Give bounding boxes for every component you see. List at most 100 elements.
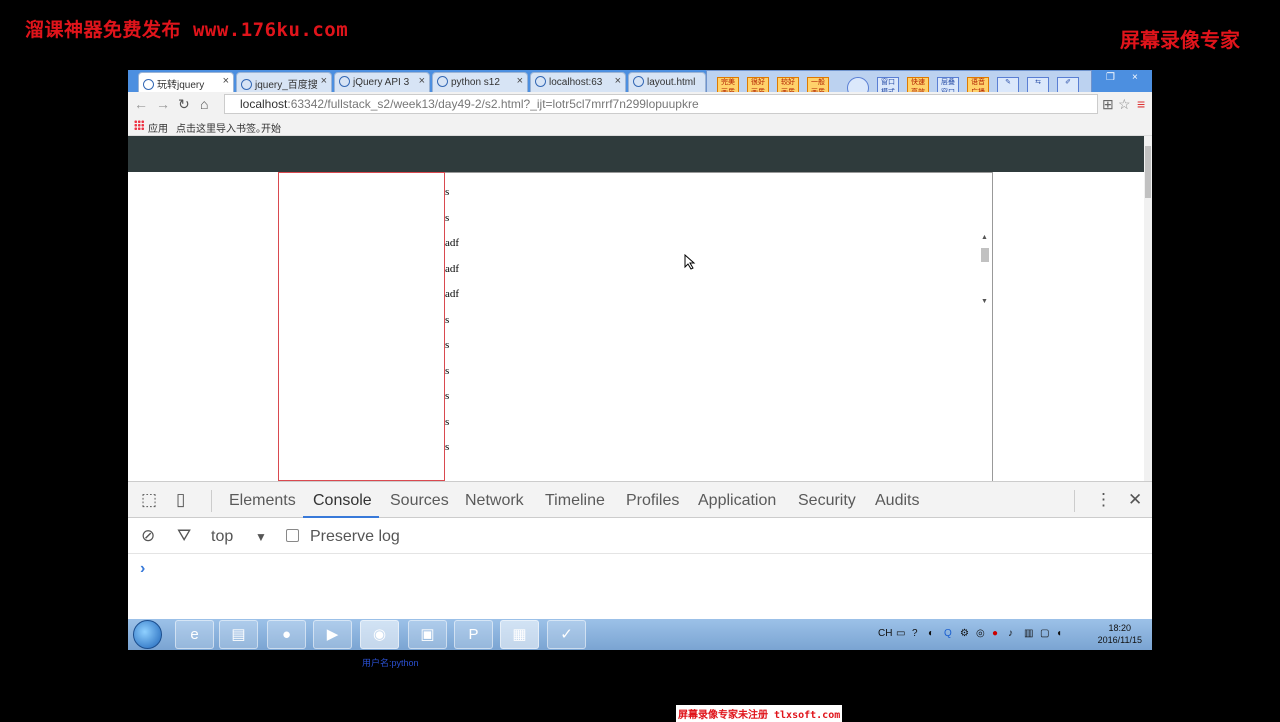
tab-application[interactable]: Application (698, 492, 776, 510)
translate-icon[interactable]: ⊞ (1102, 96, 1114, 113)
taskbar: e ▤ ● ▶ ◉ ▣ P ▦ ✓ CH ▭ ? ◐ Q ⚙ ◎ ● ♪ ▥ ▢… (128, 619, 1152, 650)
tab-jquery[interactable]: 玩转jquery × (138, 72, 234, 92)
tray-app-icon[interactable]: ◐ (928, 628, 934, 639)
media-player-icon[interactable]: ▶ (313, 620, 352, 649)
language-indicator[interactable]: CH (878, 628, 892, 639)
list-item: s (445, 186, 450, 198)
tab-profiles[interactable]: Profiles (626, 492, 679, 510)
start-button[interactable] (133, 620, 162, 649)
divider (1074, 490, 1075, 512)
context-select[interactable]: top (211, 528, 233, 546)
close-icon[interactable]: × (615, 75, 621, 87)
console-prompt[interactable]: › (140, 560, 145, 578)
watermark-top-left: 溜课神器免费发布 www.176ku.com (25, 19, 349, 41)
scroll-down-icon[interactable]: ▼ (981, 298, 988, 305)
close-icon[interactable]: × (419, 75, 425, 87)
tab-favicon-icon (437, 76, 448, 87)
tab-favicon-icon (339, 76, 350, 87)
tab-audits[interactable]: Audits (875, 492, 919, 510)
app-icon[interactable]: ● (267, 620, 306, 649)
window-close-icon[interactable]: × (1132, 72, 1138, 83)
close-icon[interactable]: × (223, 75, 229, 87)
tab-label: localhost:63 (549, 77, 603, 88)
screen: 玩转jquery × jquery_百度搜 × jQuery API 3 × pyth… (128, 70, 1152, 650)
tab-favicon-icon (241, 79, 252, 90)
more-options-icon[interactable]: ⋮ (1095, 490, 1112, 510)
list-item: s (445, 415, 450, 428)
devtools-tabbar: ⬚ ▯ Elements Console Sources Network Tim… (128, 482, 1152, 518)
keyboard-icon[interactable]: ▭ (896, 628, 905, 639)
volume-icon[interactable]: ♪ (1008, 628, 1013, 639)
tab-label: jquery_百度搜 (255, 80, 318, 91)
watermark-top-right: 屏幕录像专家 (1120, 28, 1240, 52)
tab-python[interactable]: python s12 × (432, 72, 528, 92)
bookmarks-bar: 应用 点击这里导入书签。 开始 (128, 116, 1152, 136)
home-icon[interactable]: ⌂ (200, 96, 208, 112)
network-icon[interactable]: ▥ (1024, 628, 1033, 639)
close-icon[interactable]: × (517, 75, 523, 87)
list-item: s (445, 313, 450, 326)
app-icon[interactable]: ▦ (500, 620, 539, 649)
tab-security[interactable]: Security (798, 492, 856, 510)
list-item: s (445, 211, 450, 224)
close-icon[interactable]: × (321, 75, 327, 87)
tab-jquery-api[interactable]: jQuery API 3 × (334, 72, 430, 92)
monitor-icon[interactable]: ▢ (1040, 628, 1049, 639)
tab-layout[interactable]: layout.html (628, 72, 706, 92)
list-item: adf (445, 237, 460, 249)
filter-icon[interactable]: ⛛ (177, 526, 191, 546)
help-icon[interactable]: ? (912, 628, 918, 639)
app-icon[interactable]: ✓ (547, 620, 586, 649)
bookmark-star-icon[interactable]: ☆ (1118, 96, 1131, 113)
context-dropdown-icon[interactable]: ▼ (255, 530, 267, 544)
forward-icon[interactable]: → (156, 96, 170, 112)
back-icon[interactable]: ← (134, 96, 148, 112)
inspect-element-icon[interactable]: ⬚ (141, 490, 157, 510)
tab-console[interactable]: Console (313, 492, 372, 510)
bookmark-start[interactable]: 开始 (261, 120, 281, 135)
explorer-icon[interactable]: ▤ (219, 620, 258, 649)
tab-baidu[interactable]: jquery_百度搜 × (236, 72, 332, 92)
pycharm-icon[interactable]: P (454, 620, 493, 649)
page-scrollbar[interactable] (1144, 136, 1152, 481)
close-devtools-icon[interactable]: ✕ (1128, 490, 1142, 510)
clock-time: 18:20 (1108, 623, 1132, 633)
app-icon[interactable]: ▣ (408, 620, 447, 649)
tab-label: python s12 (451, 77, 500, 88)
content-list: s s adf adf adf s s s s s s (445, 186, 459, 467)
scroll-up-icon[interactable]: ▲ (981, 234, 988, 241)
page-viewport: s s adf adf adf s s s s s s ▲ ▼ (128, 136, 1152, 481)
tab-label: 玩转jquery (157, 80, 205, 91)
device-mode-icon[interactable]: ▯ (176, 490, 185, 510)
url-input[interactable]: localhost:63342/fullstack_s2/week13/day4… (224, 94, 1098, 114)
preserve-log-checkbox[interactable] (286, 529, 299, 542)
tray-app-icon[interactable]: ⚙ (960, 628, 969, 639)
record-stop-icon[interactable]: ● (992, 628, 998, 639)
mouse-cursor-icon (684, 254, 696, 270)
list-item: adf (445, 288, 460, 300)
chrome-icon[interactable]: ◉ (360, 620, 399, 649)
tab-elements[interactable]: Elements (229, 492, 296, 510)
menu-icon[interactable]: ≡ (1137, 96, 1145, 112)
ie-icon[interactable]: e (175, 620, 214, 649)
tray-app-icon[interactable]: ◎ (976, 628, 985, 639)
tab-timeline[interactable]: Timeline (545, 492, 605, 510)
qq-icon[interactable]: Q (944, 628, 952, 639)
bookmark-import[interactable]: 点击这里导入书签。 (176, 120, 266, 135)
tab-sources[interactable]: Sources (390, 492, 449, 510)
clock[interactable]: 18:20 2016/11/15 (1098, 622, 1142, 646)
divider (211, 490, 212, 512)
clear-console-icon[interactable]: ⊘ (141, 526, 155, 546)
tab-network[interactable]: Network (465, 492, 524, 510)
watermark-bottom: 屏幕录像专家未注册 tlxsoft.com (676, 705, 843, 722)
speaker-icon[interactable]: ◖ (1056, 628, 1062, 639)
apps-icon[interactable] (134, 120, 144, 130)
tab-localhost[interactable]: localhost:63 × (530, 72, 626, 92)
page-scroll-thumb[interactable] (1145, 146, 1151, 198)
restore-icon[interactable]: ❐ (1106, 72, 1115, 83)
inner-scrollbar[interactable]: ▲ ▼ (980, 234, 990, 310)
scroll-thumb[interactable] (981, 248, 989, 262)
bookmark-apps[interactable]: 应用 (148, 120, 168, 135)
reload-icon[interactable]: ↻ (178, 96, 190, 113)
list-item: s (445, 441, 450, 453)
